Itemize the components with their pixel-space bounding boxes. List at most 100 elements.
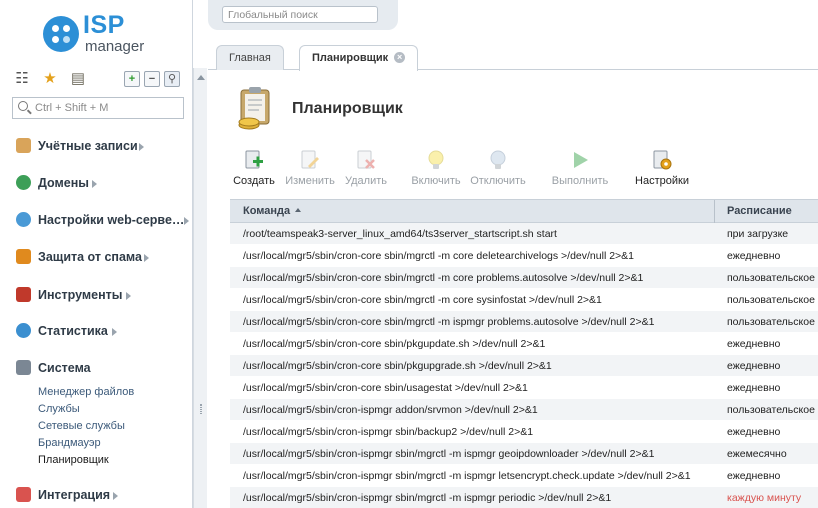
create-button[interactable]: Создать (222, 146, 286, 192)
sidebar-item-web-settings[interactable]: Настройки web-серве… (16, 210, 191, 232)
table-row[interactable]: /usr/local/mgr5/sbin/cron-core sbin/pkgu… (230, 355, 818, 377)
sidebar-subitem-firewall[interactable]: Брандмауэр (38, 437, 101, 449)
disable-button[interactable]: Отключить (466, 146, 530, 192)
toolbar-label: Включить (411, 175, 461, 187)
sidebar-search-input[interactable] (35, 100, 175, 116)
sidebar-subitem-scheduler[interactable]: Планировщик (38, 454, 109, 466)
cell-schedule: пользовательское (727, 272, 815, 284)
chevron-right-icon (139, 143, 144, 151)
cell-schedule: ежемесячно (727, 448, 787, 460)
cell-command: /usr/local/mgr5/sbin/cron-core sbin/usag… (243, 382, 528, 394)
logo-text-manager: manager (85, 38, 145, 55)
close-tab-icon[interactable]: × (394, 51, 406, 63)
page-header: Планировщик (235, 80, 635, 136)
table-body: /root/teamspeak3-server_linux_amd64/ts3s… (230, 223, 818, 508)
cell-schedule: ежедневно (727, 382, 781, 394)
cell-command: /root/teamspeak3-server_linux_amd64/ts3s… (243, 228, 557, 240)
cell-command: /usr/local/mgr5/sbin/cron-ispmgr sbin/mg… (243, 492, 612, 504)
table-row[interactable]: /usr/local/mgr5/sbin/cron-core sbin/mgrc… (230, 267, 818, 289)
bulb-off-icon (490, 150, 506, 169)
table-row[interactable]: /usr/local/mgr5/sbin/cron-ispmgr sbin/ba… (230, 421, 818, 443)
settings-button[interactable]: Настройки (630, 146, 694, 192)
chevron-right-icon (144, 254, 149, 262)
toolbar-label: Создать (233, 175, 275, 187)
cell-schedule: ежедневно (727, 360, 781, 372)
sidebar-item-spam-protection[interactable]: Защита от спама (16, 247, 191, 269)
cell-schedule: пользовательское (727, 294, 815, 306)
column-divider[interactable] (714, 200, 715, 223)
table-row[interactable]: /usr/local/mgr5/sbin/cron-ispmgr addon/s… (230, 399, 818, 421)
scroll-up-icon[interactable] (197, 75, 205, 80)
chevron-right-icon (184, 217, 189, 225)
sidebar-item-label: Домены (38, 176, 89, 190)
column-header-command[interactable]: Команда (243, 205, 302, 217)
user-icon (16, 138, 31, 153)
sidebar-item-statistics[interactable]: Статистика (16, 321, 191, 343)
toolbar-label: Настройки (635, 175, 689, 187)
enable-button[interactable]: Включить (404, 146, 468, 192)
tree-view-icon[interactable]: ☷ (14, 71, 30, 87)
sidebar-item-domains[interactable]: Домены (16, 173, 191, 195)
collapse-all-icon[interactable]: − (144, 71, 160, 87)
sidebar-toolbar: ☷ ★ ▤ + − ⚲ (14, 71, 190, 89)
cell-schedule: ежедневно (727, 426, 781, 438)
table-row[interactable]: /usr/local/mgr5/sbin/cron-core sbin/mgrc… (230, 311, 818, 333)
table-row[interactable]: /usr/local/mgr5/sbin/cron-core sbin/mgrc… (230, 245, 818, 267)
cell-schedule: ежедневно (727, 338, 781, 350)
sidebar-subitem-services[interactable]: Службы (38, 403, 80, 415)
sidebar-item-tools[interactable]: Инструменты (16, 285, 191, 307)
isp-manager-logo[interactable]: ISP manager (43, 11, 163, 56)
edit-button[interactable]: Изменить (278, 146, 342, 192)
settings-icon (653, 150, 672, 170)
cell-command: /usr/local/mgr5/sbin/cron-ispmgr addon/s… (243, 404, 538, 416)
favorites-star-icon[interactable]: ★ (42, 71, 58, 87)
cell-schedule: пользовательское (727, 404, 815, 416)
table-row[interactable]: /usr/local/mgr5/sbin/cron-ispmgr sbin/mg… (230, 465, 818, 487)
global-search-input[interactable] (222, 6, 378, 23)
column-header-label: Команда (243, 205, 291, 217)
table-row[interactable]: /usr/local/mgr5/sbin/cron-core sbin/mgrc… (230, 289, 818, 311)
cell-command: /usr/local/mgr5/sbin/cron-core sbin/mgrc… (243, 250, 635, 262)
clipboard-icon[interactable]: ▤ (70, 71, 86, 87)
tab-label: Планировщик (312, 52, 389, 64)
chevron-right-icon (113, 492, 118, 500)
table-row[interactable]: /usr/local/mgr5/sbin/cron-core sbin/pkgu… (230, 333, 818, 355)
delete-icon (357, 150, 375, 169)
chart-icon (16, 323, 31, 338)
cell-schedule: пользовательское (727, 316, 815, 328)
table-row[interactable]: /root/teamspeak3-server_linux_amd64/ts3s… (230, 223, 818, 245)
chevron-right-icon (92, 180, 97, 188)
expand-all-icon[interactable]: + (124, 71, 140, 87)
sidebar-subitem-network-services[interactable]: Сетевые службы (38, 420, 125, 432)
table-header: Команда Расписание (230, 199, 818, 223)
sidebar-item-label: Интеграция (38, 488, 111, 502)
sort-asc-icon (295, 208, 302, 212)
table-row[interactable]: /usr/local/mgr5/sbin/cron-core sbin/usag… (230, 377, 818, 399)
logo-mark-icon (43, 16, 79, 52)
resize-grip-icon[interactable] (200, 404, 202, 414)
chevron-right-icon (112, 328, 117, 336)
sidebar-splitter[interactable] (193, 68, 207, 508)
column-header-schedule[interactable]: Расписание (727, 205, 792, 217)
tab-label: Главная (229, 52, 271, 64)
tab-home[interactable]: Главная (216, 45, 284, 70)
search-icon (18, 101, 28, 111)
sidebar-subitem-file-manager[interactable]: Менеджер файлов (38, 386, 134, 398)
delete-button[interactable]: Удалить (334, 146, 398, 192)
toolbar-label: Удалить (345, 175, 387, 187)
sidebar-item-integration[interactable]: Интеграция (16, 485, 191, 507)
cell-command: /usr/local/mgr5/sbin/cron-core sbin/pkgu… (243, 360, 552, 372)
sidebar-item-system[interactable]: Система (16, 358, 191, 380)
toolbar-label: Изменить (285, 175, 335, 187)
run-button[interactable]: Выполнить (548, 146, 612, 192)
bulb-on-icon (428, 150, 444, 169)
globe-icon (16, 175, 31, 190)
table-row[interactable]: /usr/local/mgr5/sbin/cron-ispmgr sbin/mg… (230, 487, 818, 508)
sidebar-item-accounts[interactable]: Учётные записи (16, 136, 191, 158)
table-row[interactable]: /usr/local/mgr5/sbin/cron-ispmgr sbin/mg… (230, 443, 818, 465)
tab-scheduler[interactable]: Планировщик × (299, 45, 419, 71)
logo-text-isp: ISP (83, 11, 125, 39)
sidebar-search[interactable] (12, 97, 184, 119)
pin-icon[interactable]: ⚲ (164, 71, 180, 87)
cell-command: /usr/local/mgr5/sbin/cron-core sbin/mgrc… (243, 272, 644, 284)
